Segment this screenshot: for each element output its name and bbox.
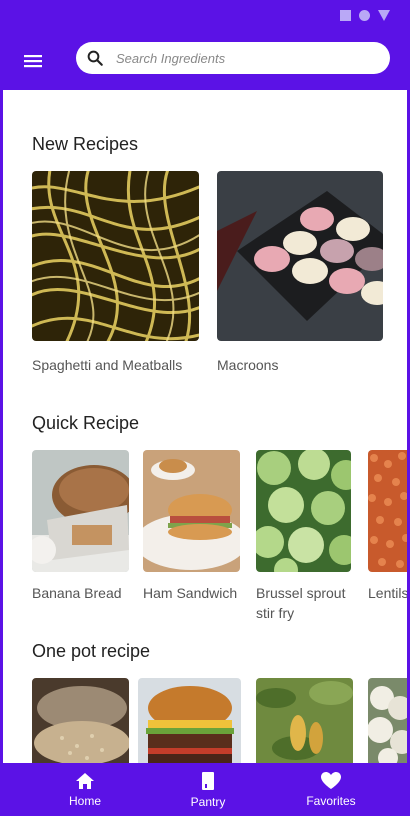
status-bar (0, 0, 410, 32)
status-triangle-icon (378, 10, 390, 21)
recipe-image-burger[interactable] (138, 678, 241, 763)
recipe-image-spaghetti[interactable] (32, 171, 199, 341)
bottom-navigation: Home Pantry Favorites (0, 763, 410, 816)
recipe-image-macroons[interactable] (217, 171, 383, 341)
status-square-icon (340, 10, 351, 21)
nav-favorites-label: Favorites (306, 794, 356, 808)
recipe-label: Macroons (217, 357, 279, 373)
section-title-quick-recipe: Quick Recipe (32, 413, 140, 433)
search-icon (87, 50, 103, 66)
nav-home-label: Home (68, 793, 101, 808)
app-bar (0, 32, 410, 90)
nav-pantry-label: Pantry (190, 794, 226, 809)
menu-button[interactable] (18, 46, 48, 76)
recipe-label: Lentils (368, 585, 409, 601)
recipe-label: Banana Bread (32, 585, 122, 601)
status-circle-icon (359, 10, 370, 21)
search-input[interactable] (114, 49, 358, 67)
nav-favorites[interactable]: Favorites (295, 763, 367, 816)
nav-pantry[interactable]: Pantry (173, 763, 243, 816)
recipe-image-ham-sandwich[interactable] (143, 450, 240, 572)
heart-icon (321, 772, 341, 789)
pantry-icon (202, 771, 214, 790)
recipe-image-fruit-tree[interactable] (256, 678, 353, 763)
recipe-image-grains[interactable] (32, 678, 129, 763)
recipe-image-brussel-sprouts[interactable] (256, 450, 351, 572)
search-bar[interactable] (76, 42, 390, 74)
recipe-image-lentils[interactable] (368, 450, 410, 572)
recipe-image-cauliflower[interactable] (368, 678, 410, 763)
recipe-label: Ham Sandwich (143, 585, 238, 601)
section-title-new-recipes: New Recipes (32, 134, 139, 154)
status-icons (340, 10, 390, 21)
nav-home[interactable]: Home (50, 763, 120, 816)
recipe-image-banana-bread[interactable] (32, 450, 129, 572)
recipe-label: Brussel sprout stir fry (256, 585, 346, 621)
hamburger-menu-icon (24, 55, 42, 68)
recipe-label: Spaghetti and Meatballs (32, 357, 183, 373)
home-icon (76, 772, 94, 789)
section-title-one-pot-recipe: One pot recipe (32, 641, 151, 661)
